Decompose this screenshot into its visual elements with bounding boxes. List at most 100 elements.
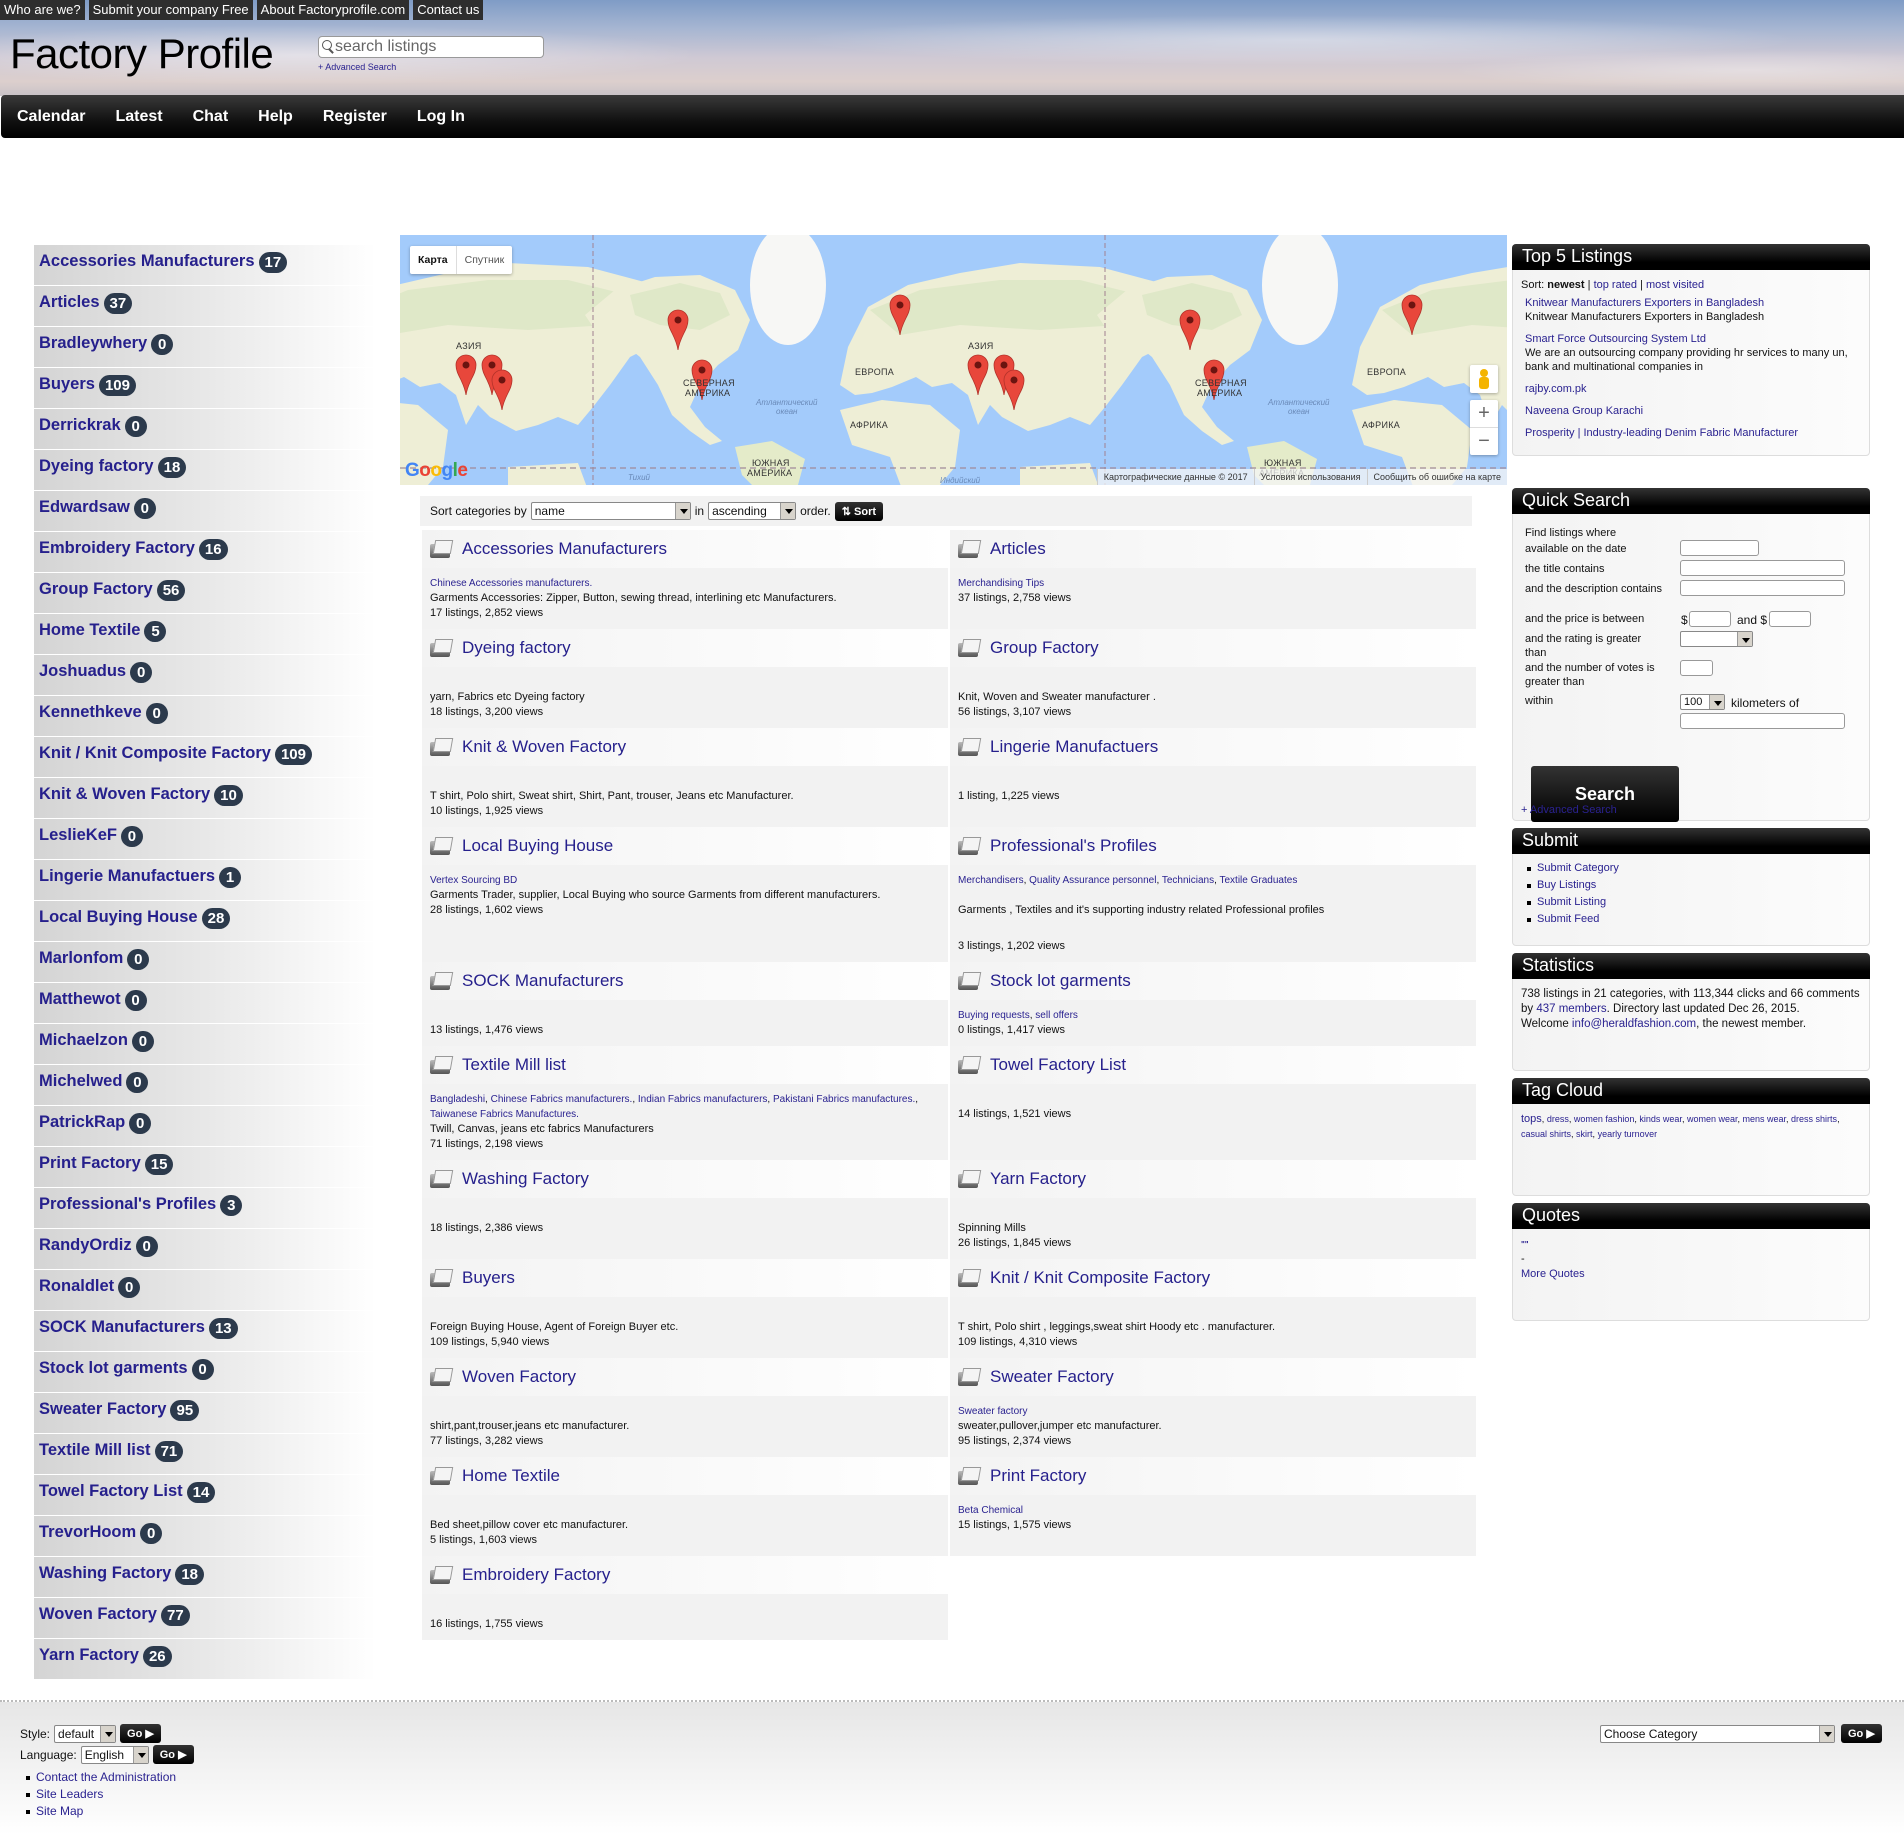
sidebar-item-label[interactable]: RandyOrdiz <box>39 1236 132 1255</box>
sidebar-item[interactable]: Yarn Factory 26 <box>34 1639 376 1680</box>
search-box[interactable] <box>318 36 544 58</box>
sidebar-item-label[interactable]: Edwardsaw <box>39 498 130 517</box>
sidebar-item[interactable]: Group Factory 56 <box>34 573 376 614</box>
sidebar-item[interactable]: Knit / Knit Composite Factory 109 <box>34 737 376 778</box>
category-title-link[interactable]: Yarn Factory <box>990 1169 1086 1189</box>
sidebar-item[interactable]: Washing Factory 18 <box>34 1557 376 1598</box>
nav-chat[interactable]: Chat <box>193 108 229 126</box>
zoom-in-button[interactable]: + <box>1470 400 1498 427</box>
nav-register[interactable]: Register <box>323 108 387 126</box>
sidebar-item[interactable]: Woven Factory 77 <box>34 1598 376 1639</box>
sidebar-item[interactable]: Edwardsaw 0 <box>34 491 376 532</box>
sidebar-item-label[interactable]: Home Textile <box>39 621 140 640</box>
subcategory-link[interactable]: Chinese Fabrics manufacturers. <box>491 1094 633 1105</box>
sidebar-item-label[interactable]: Woven Factory <box>39 1605 157 1624</box>
category-title-link[interactable]: Group Factory <box>990 638 1099 658</box>
sidebar-item-label[interactable]: Michelwed <box>39 1072 122 1091</box>
tag-link[interactable]: women fashion <box>1574 1114 1635 1124</box>
category-title-link[interactable]: Towel Factory List <box>990 1055 1126 1075</box>
sidebar-item[interactable]: PatrickRap 0 <box>34 1106 376 1147</box>
choose-category-select[interactable]: Choose Category <box>1600 1724 1835 1743</box>
sidebar-item[interactable]: Lingerie Manufactuers 1 <box>34 860 376 901</box>
sidebar-item-label[interactable]: Bradleywhery <box>39 334 147 353</box>
subcategory-link[interactable]: Quality Assurance personnel <box>1029 875 1156 886</box>
site-title[interactable]: Factory Profile <box>10 30 274 78</box>
sidebar-item[interactable]: Textile Mill list 71 <box>34 1434 376 1475</box>
sidebar-item-label[interactable]: Marlonfom <box>39 949 123 968</box>
category-title-link[interactable]: Washing Factory <box>462 1169 589 1189</box>
category-title-link[interactable]: Buyers <box>462 1268 515 1288</box>
sidebar-item[interactable]: LeslieKeF 0 <box>34 819 376 860</box>
subcategory-link[interactable]: Taiwanese Fabrics Manufactures. <box>430 1109 579 1120</box>
sidebar-item-label[interactable]: Ronaldlet <box>39 1277 114 1296</box>
top5-item-link[interactable]: Prosperity | Industry-leading Denim Fabr… <box>1525 427 1798 439</box>
sidebar-item-label[interactable]: Stock lot garments <box>39 1359 188 1378</box>
tag-link[interactable]: dress shirts <box>1791 1114 1837 1124</box>
sidebar-item[interactable]: Embroidery Factory 16 <box>34 532 376 573</box>
tag-link[interactable]: kinds wear <box>1639 1114 1682 1124</box>
tag-link[interactable]: dress <box>1547 1114 1569 1124</box>
category-go-button[interactable]: Go ▶ <box>1841 1724 1882 1743</box>
subcategory-link[interactable]: Merchandising Tips <box>958 578 1044 589</box>
sidebar-item-label[interactable]: Derrickrak <box>39 416 121 435</box>
tag-link[interactable]: skirt <box>1576 1129 1593 1139</box>
category-title-link[interactable]: Accessories Manufacturers <box>462 539 667 559</box>
sidebar-item-label[interactable]: Joshuadus <box>39 662 126 681</box>
site-map-link[interactable]: Site Map <box>36 1804 83 1818</box>
submit-listing-link[interactable]: Submit Listing <box>1537 896 1606 908</box>
category-title-link[interactable]: Sweater Factory <box>990 1367 1114 1387</box>
sidebar-item-label[interactable]: Textile Mill list <box>39 1441 151 1460</box>
map-canvas[interactable] <box>400 235 1507 485</box>
tag-link[interactable]: casual shirts <box>1521 1129 1571 1139</box>
map-report-link[interactable]: Сообщить об ошибке на карте <box>1366 469 1507 485</box>
sidebar-item-label[interactable]: Dyeing factory <box>39 457 154 476</box>
sort-button[interactable]: ⇅ Sort <box>834 501 884 521</box>
subcategory-link[interactable]: Chinese Accessories manufacturers. <box>430 578 592 589</box>
sidebar-item[interactable]: Knit & Woven Factory 10 <box>34 778 376 819</box>
sidebar-item[interactable]: Home Textile 5 <box>34 614 376 655</box>
category-title-link[interactable]: Textile Mill list <box>462 1055 566 1075</box>
nav-login[interactable]: Log In <box>417 108 465 126</box>
sidebar-item[interactable]: Professional's Profiles 3 <box>34 1188 376 1229</box>
sidebar-item-label[interactable]: Professional's Profiles <box>39 1195 216 1214</box>
qs-desc-input[interactable] <box>1680 580 1845 596</box>
buy-listings-link[interactable]: Buy Listings <box>1537 879 1596 891</box>
top5-item-link[interactable]: Smart Force Outsourcing System Ltd <box>1525 333 1706 345</box>
sidebar-item-label[interactable]: Local Buying House <box>39 908 198 927</box>
subcategory-link[interactable]: Merchandisers <box>958 875 1024 886</box>
sidebar-item[interactable]: Towel Factory List 14 <box>34 1475 376 1516</box>
qs-km-select[interactable]: 100 <box>1680 694 1725 710</box>
style-go-button[interactable]: Go ▶ <box>120 1724 161 1743</box>
category-title-link[interactable]: Local Buying House <box>462 836 613 856</box>
subcategory-link[interactable]: Bangladeshi <box>430 1094 485 1105</box>
submit-category-link[interactable]: Submit Category <box>1537 862 1619 874</box>
search-input[interactable] <box>335 38 535 56</box>
sidebar-item-label[interactable]: SOCK Manufacturers <box>39 1318 205 1337</box>
sidebar-item-label[interactable]: Accessories Manufacturers <box>39 252 255 271</box>
nav-calendar[interactable]: Calendar <box>17 108 85 126</box>
sidebar-item[interactable]: Joshuadus 0 <box>34 655 376 696</box>
subcategory-link[interactable]: sell offers <box>1035 1010 1078 1021</box>
style-select[interactable]: default <box>54 1724 117 1743</box>
sidebar-item[interactable]: Local Buying House 28 <box>34 901 376 942</box>
map-terms-link[interactable]: Условия использования <box>1253 469 1367 485</box>
subcategory-link[interactable]: Buying requests <box>958 1010 1030 1021</box>
category-title-link[interactable]: Lingerie Manufactuers <box>990 737 1158 757</box>
subcategory-link[interactable]: Pakistani Fabrics manufactures. <box>773 1094 915 1105</box>
subcategory-link[interactable]: Textile Graduates <box>1220 875 1298 886</box>
map-tab-satellite[interactable]: Спутник <box>457 246 513 274</box>
listings-map[interactable]: Карта Спутник АЗИЯ АЗИЯ СЕВЕРНАЯ АМЕРИКА… <box>400 235 1507 485</box>
sidebar-item-label[interactable]: TrevorHoom <box>39 1523 136 1542</box>
top-link-contact[interactable]: Contact us <box>413 0 484 20</box>
sidebar-item-label[interactable]: Kennethkeve <box>39 703 142 722</box>
category-title-link[interactable]: Woven Factory <box>462 1367 576 1387</box>
members-link[interactable]: 437 members <box>1536 1003 1606 1015</box>
submit-feed-link[interactable]: Submit Feed <box>1537 913 1599 925</box>
zoom-out-button[interactable]: − <box>1470 427 1498 455</box>
top5-sort-most-visited[interactable]: most visited <box>1646 279 1704 291</box>
sort-direction-select[interactable]: ascending <box>708 502 797 520</box>
sidebar-item[interactable]: Print Factory 15 <box>34 1147 376 1188</box>
top5-item-link[interactable]: rajby.com.pk <box>1525 383 1587 395</box>
top5-sort-top-rated[interactable]: top rated <box>1594 279 1637 291</box>
sidebar-item[interactable]: Marlonfom 0 <box>34 942 376 983</box>
